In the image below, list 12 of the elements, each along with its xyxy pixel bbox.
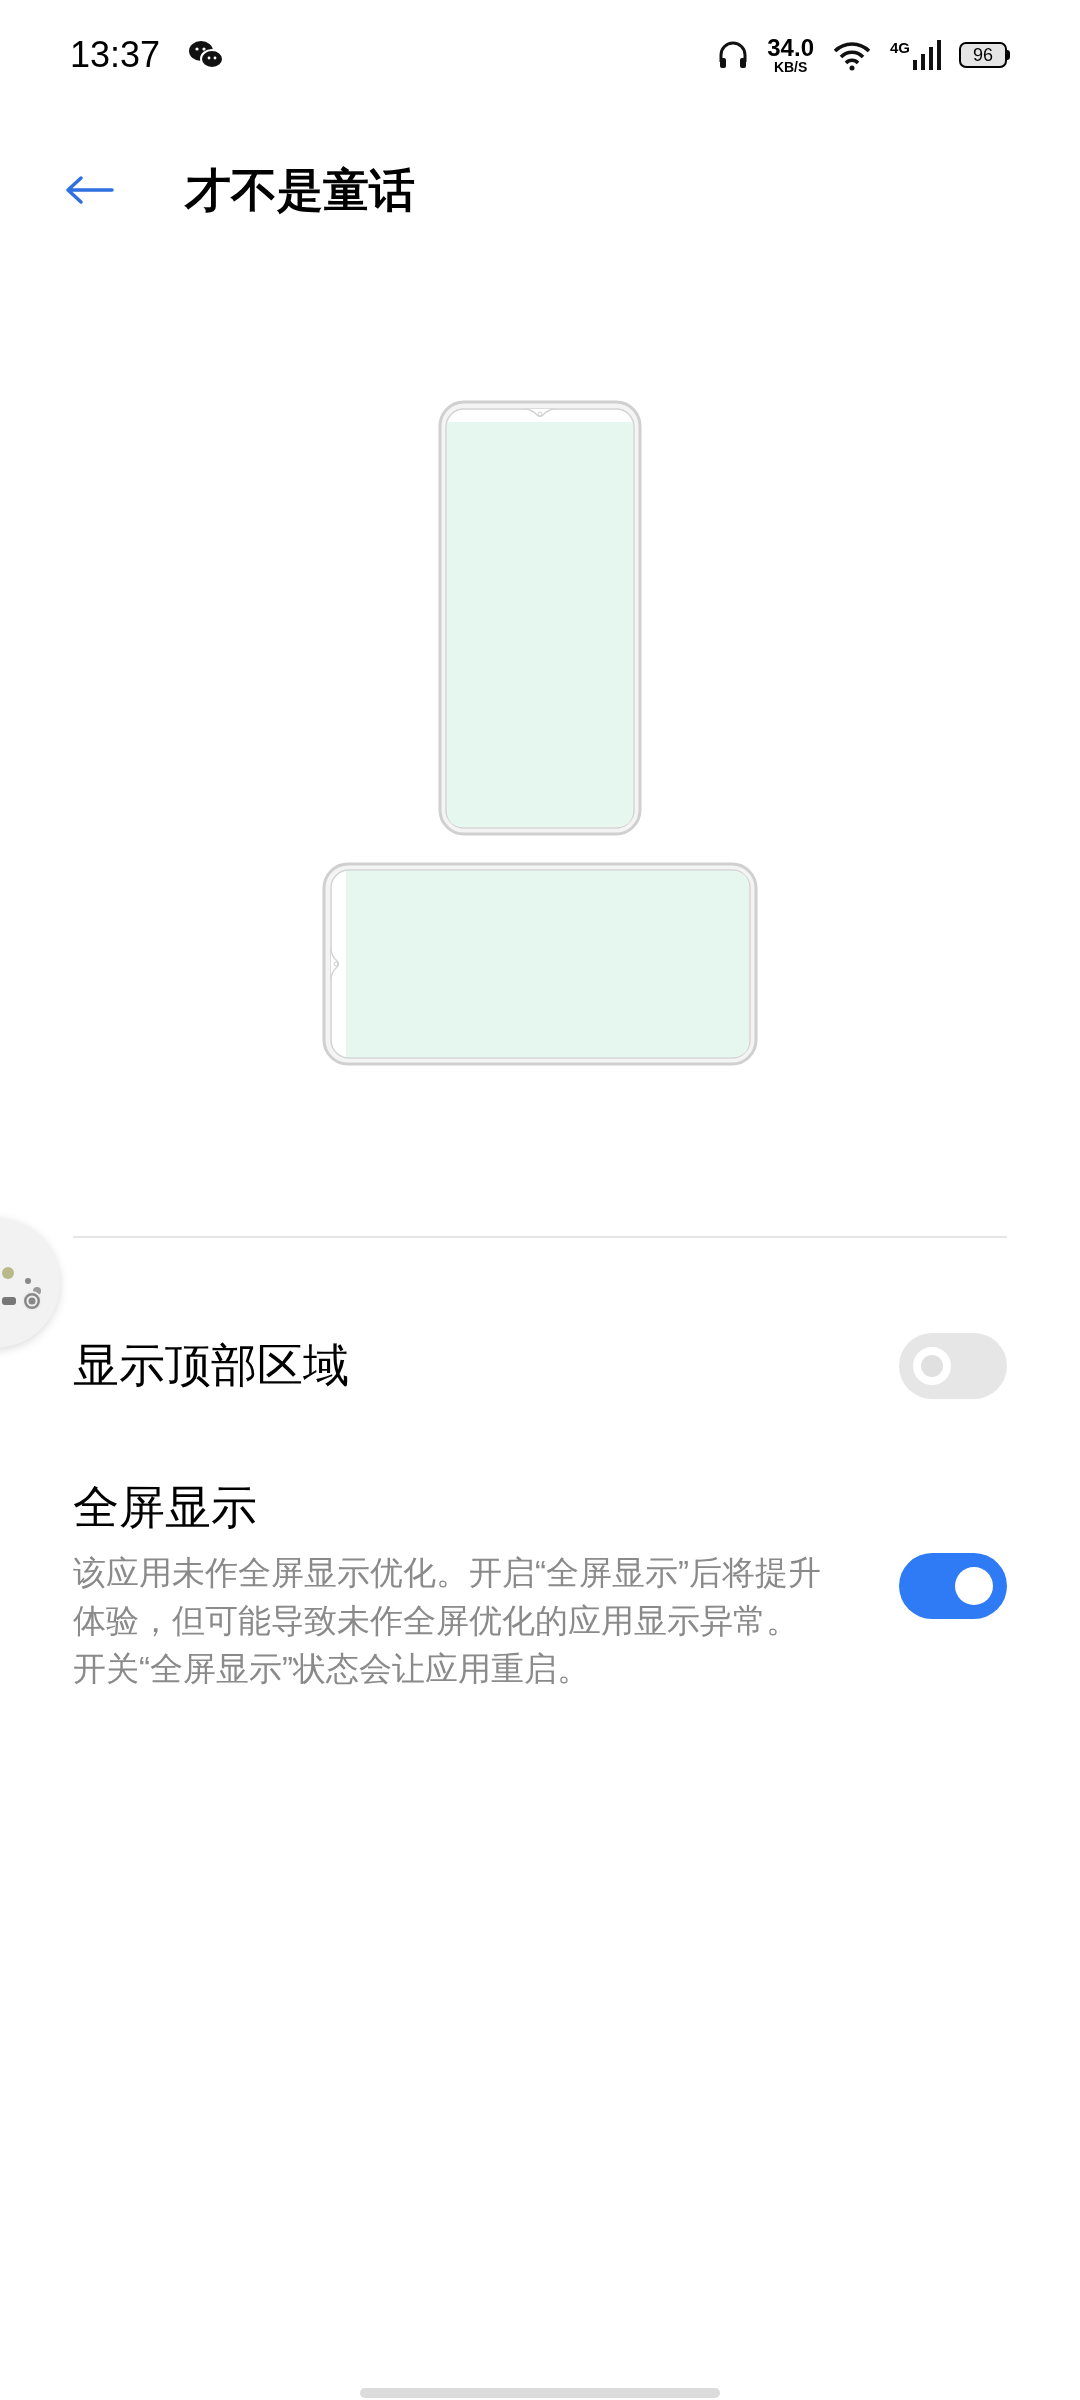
wifi-icon bbox=[832, 39, 872, 71]
battery-indicator: 96 bbox=[959, 42, 1010, 68]
setting-title: 显示顶部区域 bbox=[73, 1338, 350, 1394]
signal-icon bbox=[913, 40, 941, 70]
network-type: 4G bbox=[890, 40, 910, 55]
page-title: 才不是童话 bbox=[185, 162, 415, 218]
speed-unit: KB/S bbox=[773, 60, 808, 74]
setting-title: 全屏显示 bbox=[73, 1480, 258, 1535]
headphones-icon bbox=[717, 40, 750, 70]
clock: 13:37 bbox=[70, 33, 161, 77]
network-speed: 34.0 bbox=[767, 36, 814, 60]
setting-description: 该应用未作全屏显示优化。开启“全屏显示”后将提升体验，但可能导致未作全屏优化的应用显示异常。开关“全屏显示”状态会让应用重启。 bbox=[73, 1552, 822, 1689]
